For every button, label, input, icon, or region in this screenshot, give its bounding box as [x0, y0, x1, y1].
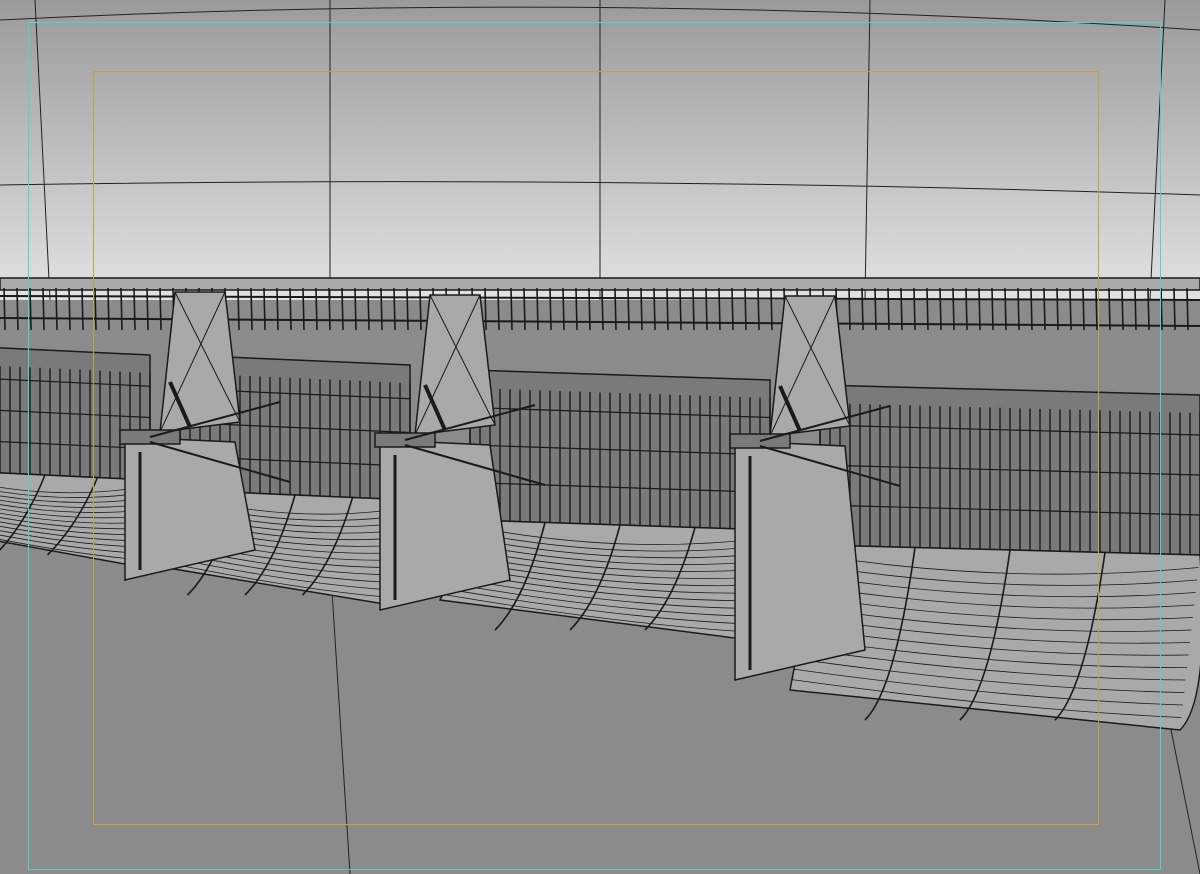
railing-post [562, 287, 565, 331]
pier-nose [769, 295, 851, 437]
railing-post [770, 287, 773, 331]
railing-post [354, 287, 357, 331]
railing-post [991, 287, 994, 331]
railing-post [549, 287, 552, 331]
railing-post [68, 287, 71, 331]
railing-post [250, 287, 253, 331]
railing-post [926, 287, 929, 331]
railing-post [1030, 287, 1033, 331]
railing-post [1147, 287, 1150, 331]
railing-post [289, 287, 292, 331]
railing-post [1173, 287, 1176, 331]
railing-post [367, 287, 370, 331]
railing-post [757, 287, 760, 331]
railing-post [913, 287, 916, 331]
railing-post [81, 287, 84, 331]
railing-post [978, 287, 981, 331]
railing-post [575, 287, 578, 331]
railing-post [1121, 287, 1124, 331]
railing-post [939, 287, 942, 331]
railing-post [484, 287, 487, 331]
railing-post [965, 287, 968, 331]
railing-post [393, 287, 396, 331]
railing-post [692, 287, 695, 331]
railing-post [874, 287, 877, 331]
pier-body [734, 440, 866, 681]
railing-post [315, 287, 318, 331]
railing-post [718, 287, 721, 331]
railing-post [1056, 287, 1059, 331]
railing-post [1082, 287, 1085, 331]
railing-post [523, 287, 526, 331]
bridge-deck [0, 277, 1200, 291]
railing-post [653, 287, 656, 331]
railing-post [276, 287, 279, 331]
railing-post [16, 287, 19, 331]
railing-post [1004, 287, 1007, 331]
railing-post [900, 287, 903, 331]
railing-post [848, 287, 851, 331]
railing-post [42, 287, 45, 331]
pier-body [379, 439, 511, 611]
railing-post [159, 287, 162, 331]
railing-post [328, 287, 331, 331]
railing-post [1134, 287, 1137, 331]
railing-post [952, 287, 955, 331]
railing-post [380, 287, 383, 331]
railing-post [3, 287, 6, 331]
railing-post [679, 287, 682, 331]
railing-post [302, 287, 305, 331]
railing-post [510, 287, 513, 331]
railing-post [666, 287, 669, 331]
pier-nose [414, 294, 496, 436]
railing-post [1043, 287, 1046, 331]
railing-post [341, 287, 344, 331]
railing-post [640, 287, 643, 331]
railing-post [406, 287, 409, 331]
railing-post [120, 287, 123, 331]
railing-post [731, 287, 734, 331]
railing-post [744, 287, 747, 331]
railing-post [133, 287, 136, 331]
railing-post [536, 287, 539, 331]
railing-post [1017, 287, 1020, 331]
railing-post [29, 287, 32, 331]
railing-post [601, 287, 604, 331]
railing-post [887, 287, 890, 331]
railing-post [55, 287, 58, 331]
railing-post [107, 287, 110, 331]
railing-post [627, 287, 630, 331]
railing-post [94, 287, 97, 331]
railing-post [861, 287, 864, 331]
railing-post [497, 287, 500, 331]
railing-post [588, 287, 591, 331]
railing-post [614, 287, 617, 331]
railing-post [1160, 287, 1163, 331]
railing-post [237, 287, 240, 331]
3d-viewport[interactable] [0, 0, 1200, 874]
railing-post [1186, 287, 1189, 331]
wireframe-scene [0, 0, 1200, 874]
railing-post [1108, 287, 1111, 331]
railing-post [146, 287, 149, 331]
railing-post [1095, 287, 1098, 331]
railing-post [1069, 287, 1072, 331]
railing-post [263, 287, 266, 331]
railing-post [705, 287, 708, 331]
pier-nose [159, 291, 241, 433]
railing-post [419, 287, 422, 331]
